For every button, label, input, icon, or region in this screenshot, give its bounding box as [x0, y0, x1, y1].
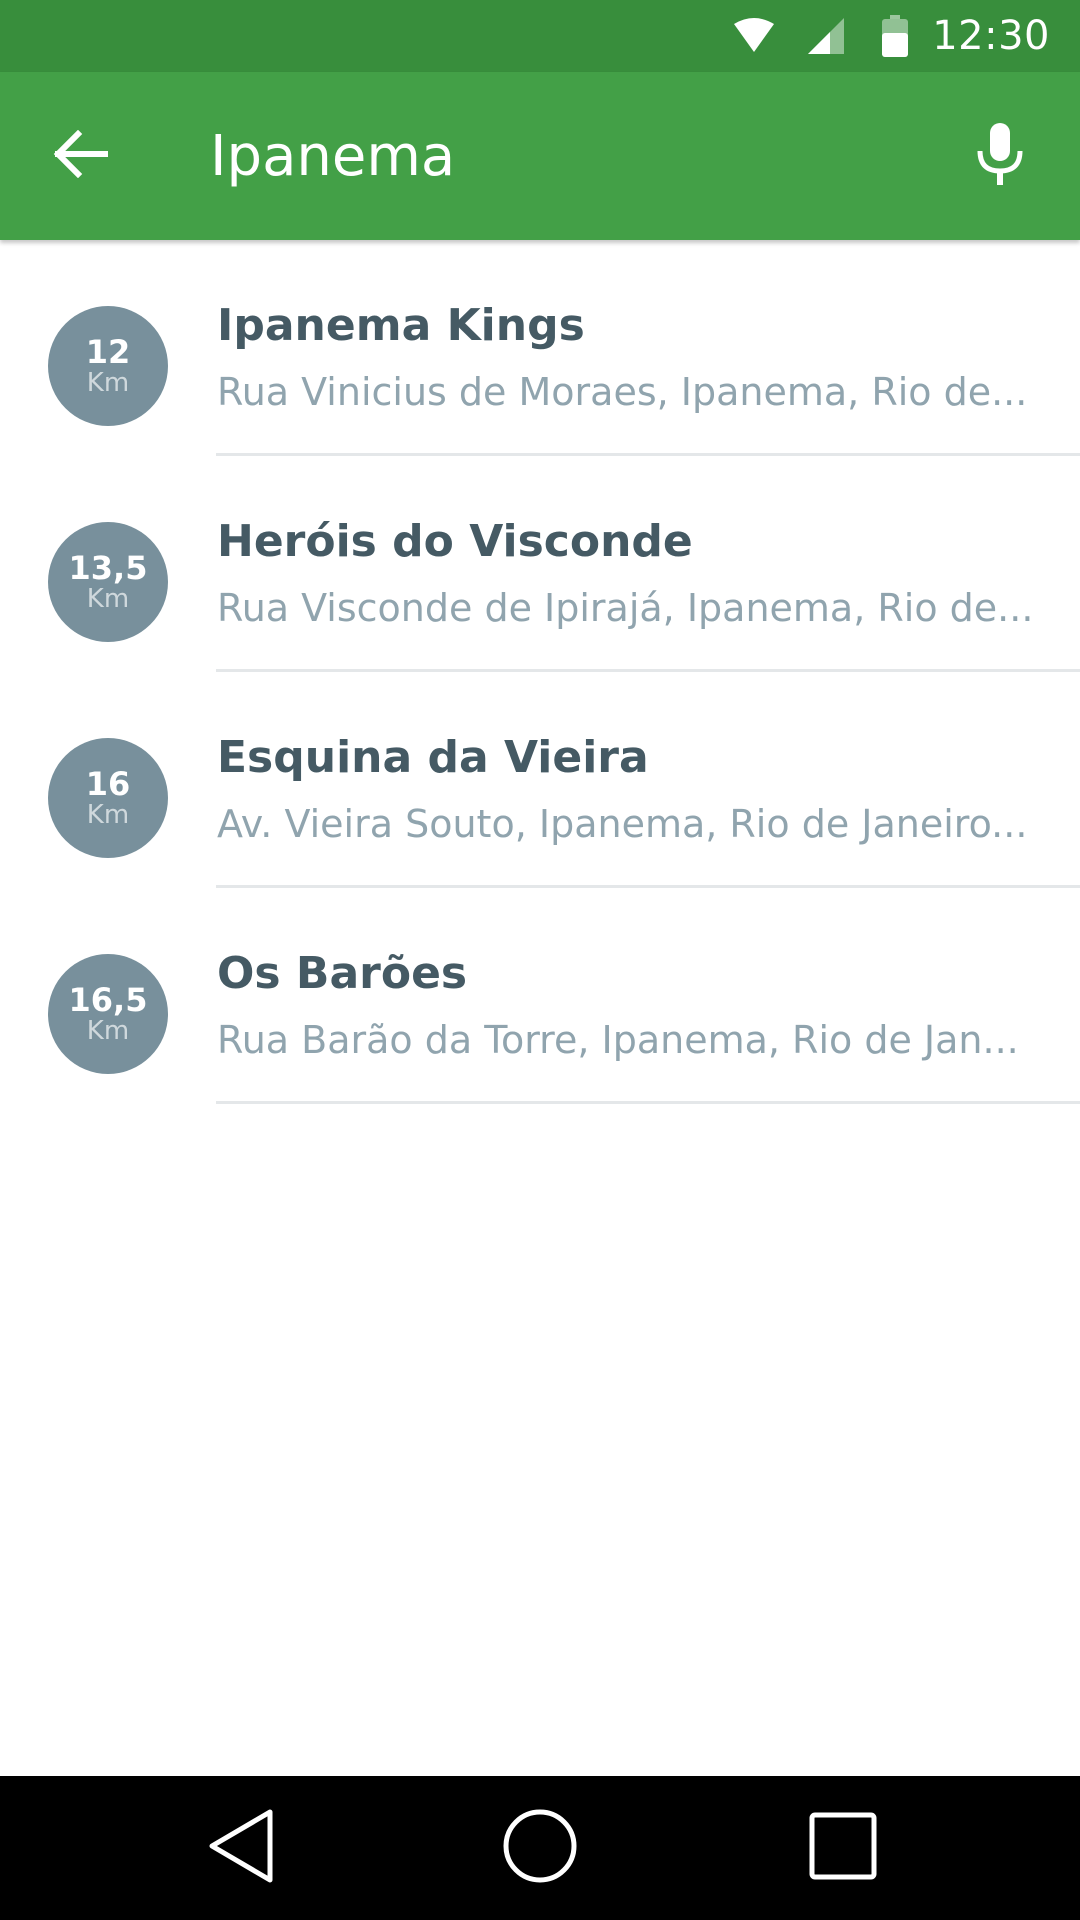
- nav-back-button[interactable]: [191, 1798, 291, 1898]
- distance-badge: 12 Km: [48, 306, 168, 426]
- mic-button[interactable]: [950, 106, 1050, 206]
- nav-recents-button[interactable]: [793, 1798, 893, 1898]
- result-list: 12 Km Ipanema Kings Rua Vinicius de Mora…: [0, 240, 1080, 1104]
- result-title: Os Barões: [217, 948, 468, 999]
- result-address: Rua Visconde de Ipirajá, Ipanema, Rio de…: [217, 586, 1034, 630]
- home-icon: [502, 1808, 578, 1888]
- back-button[interactable]: [30, 106, 130, 206]
- distance-unit: Km: [86, 584, 130, 614]
- result-item[interactable]: 16,5 Km Os Barões Rua Barão da Torre, Ip…: [0, 888, 1080, 1104]
- result-address: Av. Vieira Souto, Ipanema, Rio de Janeir…: [217, 802, 1028, 846]
- distance-badge: 16,5 Km: [48, 954, 168, 1074]
- arrow-left-icon: [52, 129, 109, 182]
- result-address: Rua Vinicius de Moraes, Ipanema, Rio de.…: [217, 370, 1028, 414]
- recents-icon: [809, 1812, 877, 1884]
- result-item[interactable]: 12 Km Ipanema Kings Rua Vinicius de Mora…: [0, 240, 1080, 456]
- screen: 12:30 12 Km: [0, 0, 1080, 1920]
- result-item[interactable]: 16 Km Esquina da Vieira Av. Vieira Souto…: [0, 672, 1080, 888]
- battery-icon: [882, 15, 909, 57]
- distance-value: 16,5: [68, 981, 148, 1019]
- distance-unit: Km: [86, 368, 130, 398]
- result-title: Esquina da Vieira: [217, 732, 649, 783]
- distance-value: 12: [85, 333, 131, 371]
- signal-icon: [808, 18, 845, 54]
- distance-value: 13,5: [68, 549, 148, 587]
- distance-value: 16: [85, 765, 131, 803]
- microphone-icon: [976, 123, 1024, 189]
- navigation-bar: [0, 1776, 1080, 1920]
- search-input[interactable]: [210, 112, 910, 200]
- distance-badge: 16 Km: [48, 738, 168, 858]
- nav-back-icon: [206, 1808, 276, 1888]
- divider: [216, 1101, 1080, 1104]
- result-title: Heróis do Visconde: [217, 516, 693, 567]
- status-bar: 12:30: [0, 0, 1080, 72]
- nav-home-button[interactable]: [490, 1798, 590, 1898]
- wifi-icon: [734, 18, 775, 54]
- search-toolbar: [0, 72, 1080, 240]
- result-address: Rua Barão da Torre, Ipanema, Rio de Jan.…: [217, 1018, 1019, 1062]
- distance-unit: Km: [86, 800, 130, 830]
- distance-badge: 13,5 Km: [48, 522, 168, 642]
- result-item[interactable]: 13,5 Km Heróis do Visconde Rua Visconde …: [0, 456, 1080, 672]
- result-title: Ipanema Kings: [217, 300, 585, 351]
- status-icons: 12:30: [734, 0, 1080, 72]
- clock: 12:30: [932, 13, 1050, 59]
- distance-unit: Km: [86, 1016, 130, 1046]
